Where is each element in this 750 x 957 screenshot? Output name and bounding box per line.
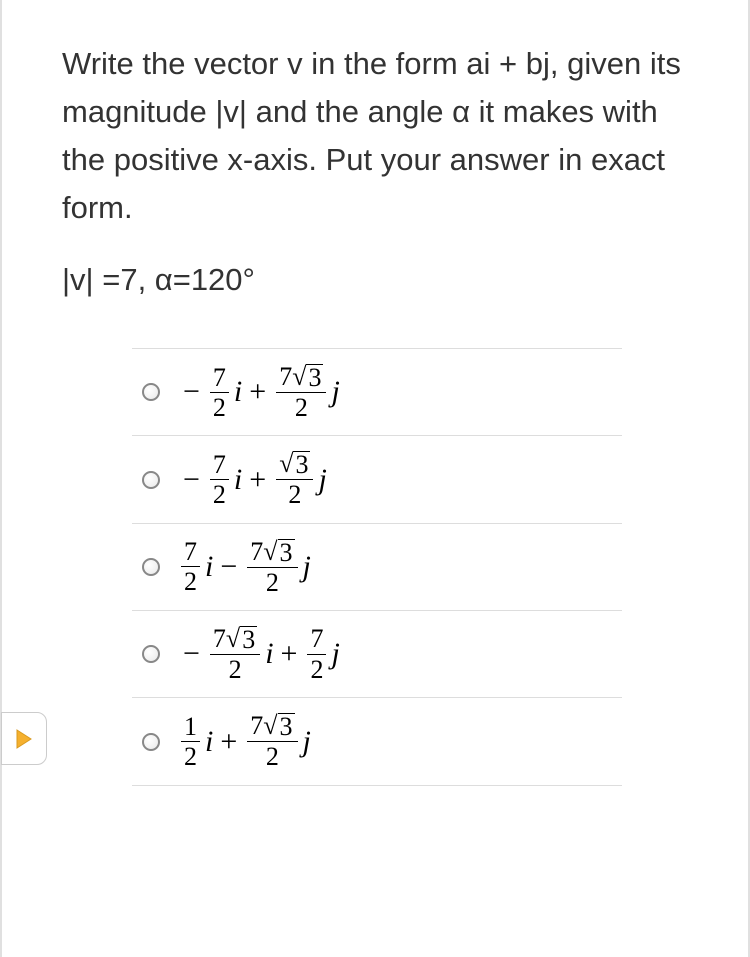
fraction-a: 1 2 [181,713,200,771]
option-row[interactable]: − 7 2 i + 7√3 2 j [132,349,622,436]
sign-a: − [183,463,200,497]
radio-icon[interactable] [142,558,160,576]
option-row[interactable]: 1 2 i + 7√3 2 j [132,698,622,785]
radio-icon[interactable] [142,383,160,401]
sqrt-icon: √3 [292,364,323,391]
sqrt-icon: √3 [263,539,294,566]
sqrt-icon: √3 [279,451,310,478]
fraction-a: 7 2 [181,538,200,596]
fraction-a: 7 2 [210,364,229,422]
mid-op: + [281,637,298,671]
fraction-a: 7 2 [210,451,229,509]
fraction-b: 7 2 [307,625,326,683]
j-var: j [318,463,326,497]
j-var: j [331,637,339,671]
fraction-b: 7√3 2 [276,363,326,421]
option-row[interactable]: − 7 2 i + √3 2 j [132,436,622,523]
page-container: Write the vector v in the form ai + bj, … [0,0,750,957]
mid-op: − [220,550,237,584]
options-list: − 7 2 i + 7√3 2 j [132,348,622,785]
question-text: Write the vector v in the form ai + bj, … [62,40,693,232]
sqrt-icon: √3 [263,713,294,740]
radio-icon[interactable] [142,471,160,489]
fraction-a: 7√3 2 [210,625,260,683]
option-row[interactable]: 7 2 i − 7√3 2 j [132,524,622,611]
play-button[interactable] [1,712,47,765]
i-var: i [234,463,242,497]
question-given: |v| =7, α=120° [62,262,693,298]
i-var: i [265,637,273,671]
sign-a: − [183,637,200,671]
j-var: j [331,375,339,409]
j-var: j [303,725,311,759]
radio-icon[interactable] [142,733,160,751]
i-var: i [205,550,213,584]
mid-op: + [220,725,237,759]
j-var: j [303,550,311,584]
sign-a: − [183,375,200,409]
play-icon [14,728,34,750]
option-expression: − 7√3 2 i + 7 2 j [178,625,340,683]
option-expression: 1 2 i + 7√3 2 j [178,712,311,770]
option-row[interactable]: − 7√3 2 i + 7 2 j [132,611,622,698]
fraction-b: 7√3 2 [247,538,297,596]
sqrt-icon: √3 [226,626,257,653]
mid-op: + [249,463,266,497]
option-expression: 7 2 i − 7√3 2 j [178,538,311,596]
i-var: i [234,375,242,409]
fraction-b: √3 2 [276,450,313,508]
fraction-b: 7√3 2 [247,712,297,770]
option-expression: − 7 2 i + 7√3 2 j [178,363,340,421]
radio-icon[interactable] [142,645,160,663]
option-expression: − 7 2 i + √3 2 j [178,450,327,508]
i-var: i [205,725,213,759]
mid-op: + [249,375,266,409]
